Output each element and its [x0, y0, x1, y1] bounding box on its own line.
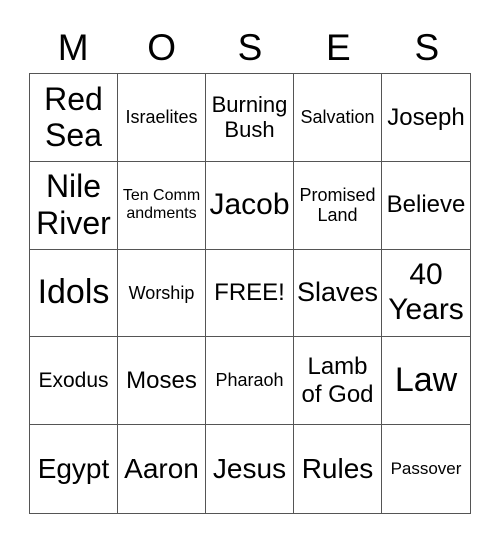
cell-text: Jacob: [209, 187, 290, 221]
cell-text: Lamb of God: [301, 353, 374, 408]
bingo-cell[interactable]: Moses: [118, 337, 206, 426]
bingo-cell[interactable]: Israelites: [118, 74, 206, 162]
bingo-cell[interactable]: Law: [382, 337, 470, 426]
bingo-cell[interactable]: Rules: [294, 425, 382, 513]
bingo-cell[interactable]: Jesus: [206, 425, 294, 513]
bingo-cell[interactable]: Burning Bush: [206, 74, 294, 162]
bingo-cell[interactable]: Egypt: [30, 425, 118, 513]
bingo-cell[interactable]: Salvation: [294, 74, 382, 162]
cell-text: Israelites: [125, 107, 198, 128]
bingo-cell[interactable]: Idols: [30, 249, 118, 338]
cell-text: Ten Commandments: [122, 186, 201, 223]
cell-text: Pharaoh: [215, 370, 284, 391]
cell-text: Law: [394, 361, 458, 400]
bingo-header: M O S E S: [29, 22, 471, 72]
cell-text: Burning Bush: [211, 92, 288, 143]
cell-text: Passover: [390, 459, 462, 479]
cell-text: Believe: [386, 191, 466, 219]
header-letter: S: [237, 26, 263, 68]
bingo-cell[interactable]: Worship: [118, 249, 206, 338]
header-letter: E: [326, 26, 351, 68]
header-letter: O: [147, 26, 176, 68]
bingo-cell[interactable]: Passover: [382, 425, 470, 513]
bingo-cell[interactable]: Exodus: [30, 337, 118, 426]
free-space-cell[interactable]: FREE!: [206, 249, 294, 338]
cell-text: Joseph: [387, 103, 465, 131]
header-letter: S: [414, 26, 440, 68]
bingo-cell[interactable]: Joseph: [382, 74, 470, 162]
cell-text: Idols: [37, 273, 110, 312]
bingo-cell[interactable]: Red Sea: [30, 74, 118, 162]
cell-text: Jesus: [212, 453, 287, 484]
bingo-cell[interactable]: Aaron: [118, 425, 206, 513]
cell-text: Egypt: [37, 453, 110, 484]
cell-text: Aaron: [124, 453, 199, 484]
bingo-grid: Red Sea Israelites Burning Bush Salvatio…: [29, 73, 471, 514]
bingo-cell[interactable]: Believe: [382, 162, 470, 250]
cell-text: Moses: [126, 366, 197, 394]
cell-text: Nile River: [36, 168, 111, 242]
cell-text: Salvation: [300, 107, 375, 128]
bingo-cell[interactable]: Lamb of God: [294, 337, 382, 426]
cell-text: Worship: [128, 282, 195, 303]
bingo-cell[interactable]: Jacob: [206, 161, 294, 250]
bingo-cell[interactable]: Promised Land: [294, 161, 382, 250]
bingo-cell[interactable]: Ten Commandments: [118, 161, 206, 250]
cell-text: Slaves: [296, 277, 379, 308]
bingo-cell[interactable]: 40 Years: [382, 250, 470, 338]
cell-text: Red Sea: [44, 80, 103, 154]
cell-text: 40 Years: [388, 258, 464, 326]
cell-text: Promised Land: [299, 184, 376, 226]
bingo-cell[interactable]: Slaves: [294, 249, 382, 338]
bingo-cell[interactable]: Nile River: [30, 161, 118, 250]
bingo-cell[interactable]: Pharaoh: [206, 337, 294, 426]
cell-text: Exodus: [38, 368, 109, 392]
header-letter: M: [57, 26, 89, 68]
cell-text: FREE!: [214, 279, 285, 307]
cell-text: Rules: [301, 453, 374, 484]
